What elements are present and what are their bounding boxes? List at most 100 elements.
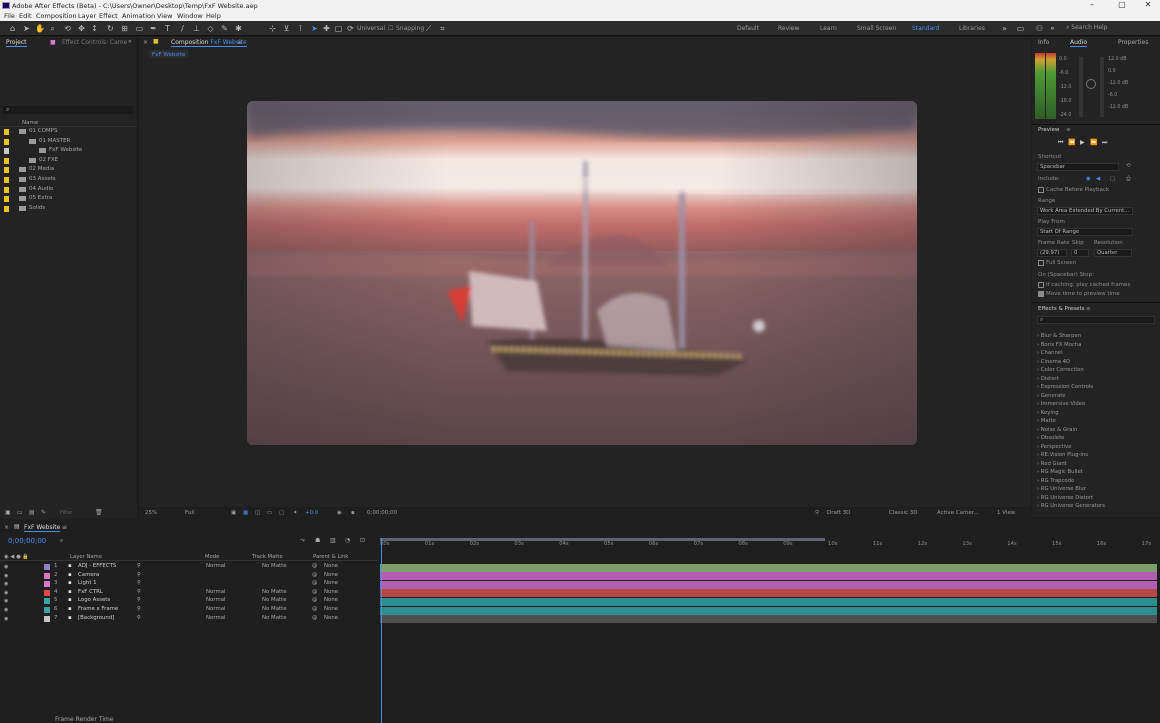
mask-visibility-icon[interactable]: ◫	[255, 510, 260, 516]
menu-composition[interactable]: Composition	[36, 12, 77, 20]
maximize-icon[interactable]: ▢	[1110, 0, 1134, 11]
workspace-default[interactable]: Default	[737, 25, 759, 32]
effects-category[interactable]: › Red Giant	[1037, 461, 1067, 467]
dolly-tool-icon[interactable]: ↕	[90, 24, 99, 33]
zoom-tool-icon[interactable]: ⌕	[48, 24, 57, 33]
universal-label[interactable]: Universal	[357, 25, 385, 32]
visibility-icon[interactable]: ◉	[4, 564, 10, 570]
layer-name[interactable]: Light 1	[78, 580, 97, 586]
layer-duration-bar[interactable]	[380, 563, 1157, 572]
menu-help[interactable]: Help	[206, 12, 221, 20]
region-of-interest-icon[interactable]: ▢	[279, 510, 284, 516]
menu-window[interactable]: Window	[177, 12, 203, 20]
parent-dropdown[interactable]: None	[324, 563, 338, 569]
last-frame-icon[interactable]: ⏭	[1102, 139, 1107, 147]
channel-icon[interactable]: ✦	[293, 510, 298, 516]
visibility-icon[interactable]: ◉	[4, 573, 10, 579]
shy-switch-icon[interactable]: ⚲	[137, 563, 141, 569]
effects-category[interactable]: › Obsolete	[1037, 435, 1064, 441]
snapping-checkbox[interactable]: ☐	[388, 25, 393, 32]
effects-category[interactable]: › RG Universe Blur	[1037, 486, 1086, 492]
workspace-small-screen[interactable]: Small Screen	[857, 25, 896, 32]
frame-blend-icon[interactable]: ▥	[330, 537, 336, 544]
layer-name[interactable]: Frame x Frame	[78, 606, 118, 612]
effects-category[interactable]: › Perspective	[1037, 444, 1071, 450]
project-item[interactable]: 05 Extra	[3, 195, 135, 204]
effects-category[interactable]: › RG Trapcode	[1037, 478, 1074, 484]
label-color-swatch[interactable]	[44, 589, 50, 596]
close-tab-icon[interactable]: ×	[4, 524, 9, 531]
label-color-swatch[interactable]	[44, 572, 50, 579]
workspace-review[interactable]: Review	[778, 25, 799, 32]
viewer-timecode[interactable]: 0;00;00;00	[367, 510, 397, 516]
effects-category[interactable]: › RG Universe Generators	[1037, 503, 1105, 509]
time-ruler[interactable]: 00s 01s 02s 03s 04s 05s 06s 07s 08s 09s 10s 11s 12s 1…	[380, 540, 1157, 549]
view-axis-icon[interactable]: ⊺	[296, 24, 305, 33]
snapping-label[interactable]: Snapping	[396, 25, 424, 32]
new-folder-icon[interactable]: ▭	[17, 509, 23, 516]
pen-tool-icon[interactable]: ✒	[149, 24, 158, 33]
visibility-icon[interactable]: ◉	[4, 598, 10, 604]
snapshot-icon[interactable]: ◉	[337, 510, 342, 516]
draft-icon[interactable]: ⤳	[300, 537, 305, 545]
project-item[interactable]: 01 MASTER	[3, 138, 135, 147]
effects-category[interactable]: › RE:Vision Plug-ins	[1037, 452, 1088, 458]
parent-dropdown[interactable]: None	[324, 615, 338, 621]
parent-dropdown[interactable]: None	[324, 580, 338, 586]
layer-duration-bar[interactable]	[380, 580, 1157, 589]
parent-pickwhip-icon[interactable]: @	[312, 563, 317, 569]
solo-switch-icon[interactable]: ☗	[315, 537, 320, 544]
cycle-icon[interactable]: ⟳	[346, 24, 355, 33]
effects-category[interactable]: › RG Magic Bullet	[1037, 469, 1083, 475]
shy-switch-icon[interactable]: ⚲	[137, 580, 141, 586]
resolution-dropdown[interactable]: Quarter	[1094, 249, 1132, 257]
type-tool-icon[interactable]: T	[163, 24, 172, 33]
layer-duration-bar[interactable]	[380, 597, 1157, 606]
parent-dropdown[interactable]: None	[324, 589, 338, 595]
track-matte-dropdown[interactable]: No Matte	[262, 615, 287, 621]
draft-3d-icon[interactable]: ⚲	[815, 510, 819, 516]
mask-tool-icon[interactable]: ▭	[135, 24, 144, 33]
track-matte-dropdown[interactable]: No Matte	[262, 563, 287, 569]
axis-icon[interactable]: ⊹	[268, 24, 277, 33]
crosshair-icon[interactable]: ✚	[322, 24, 331, 33]
layer-search-icon[interactable]: ⌕	[60, 537, 63, 545]
layer-name[interactable]: [Background]	[78, 615, 114, 621]
track-matte-dropdown[interactable]: No Matte	[262, 597, 287, 603]
visibility-icon[interactable]: ◉	[4, 607, 10, 613]
layer-row[interactable]: ◉ 7 ▪ [Background] ⚲ Normal No Matte @ None	[0, 615, 378, 624]
effects-category[interactable]: › Blur & Sharpen	[1037, 333, 1081, 339]
frame-rate-dropdown[interactable]: (29.97)	[1037, 249, 1067, 257]
shy-switch-icon[interactable]: ⚲	[137, 615, 141, 621]
range-dropdown[interactable]: Work Area Extended By Current...	[1037, 207, 1133, 215]
project-item[interactable]: 03 Assets	[3, 176, 135, 185]
effects-category[interactable]: › Boris FX Mocha	[1037, 342, 1081, 348]
include-layer-controls-icon[interactable]: ⎙	[1126, 176, 1130, 183]
mode-dropdown[interactable]: Normal	[206, 563, 226, 569]
settings-icon[interactable]: ✎	[41, 509, 46, 516]
box-icon[interactable]: ▢	[334, 24, 343, 33]
next-frame-icon[interactable]: ⏩	[1090, 139, 1097, 146]
first-frame-icon[interactable]: ⏮	[1058, 139, 1063, 147]
move-time-checkbox[interactable]	[1038, 291, 1044, 297]
parent-pickwhip-icon[interactable]: @	[312, 580, 317, 586]
tab-effect-controls[interactable]: Effect Controls: Came	[62, 39, 127, 46]
lock-icon[interactable]: ■	[153, 38, 159, 45]
timeline-tab-menu-icon[interactable]: ≡	[62, 524, 67, 531]
new-comp-icon[interactable]: ▤	[29, 509, 35, 516]
play-from-dropdown[interactable]: Start Of Range	[1037, 228, 1133, 236]
project-item[interactable]: Solids	[3, 205, 135, 214]
tab-menu-icon[interactable]: ≡	[237, 39, 242, 46]
track-matte-dropdown[interactable]: No Matte	[262, 589, 287, 595]
search-help[interactable]: ⌕ Search Help	[1066, 24, 1156, 33]
workspace-libraries[interactable]: Libraries	[959, 25, 985, 32]
play-icon[interactable]: ▶	[1080, 139, 1085, 146]
effects-category[interactable]: › Noise & Grain	[1037, 427, 1077, 433]
playhead[interactable]	[381, 538, 382, 723]
menu-edit[interactable]: Edit	[19, 12, 32, 20]
mode-dropdown[interactable]: Normal	[206, 589, 226, 595]
audio-slider-left[interactable]	[1079, 57, 1083, 117]
transparency-grid-icon[interactable]: ▦	[243, 510, 248, 516]
layer-duration-bar[interactable]	[380, 606, 1157, 615]
skip-dropdown[interactable]: 0	[1071, 249, 1089, 257]
